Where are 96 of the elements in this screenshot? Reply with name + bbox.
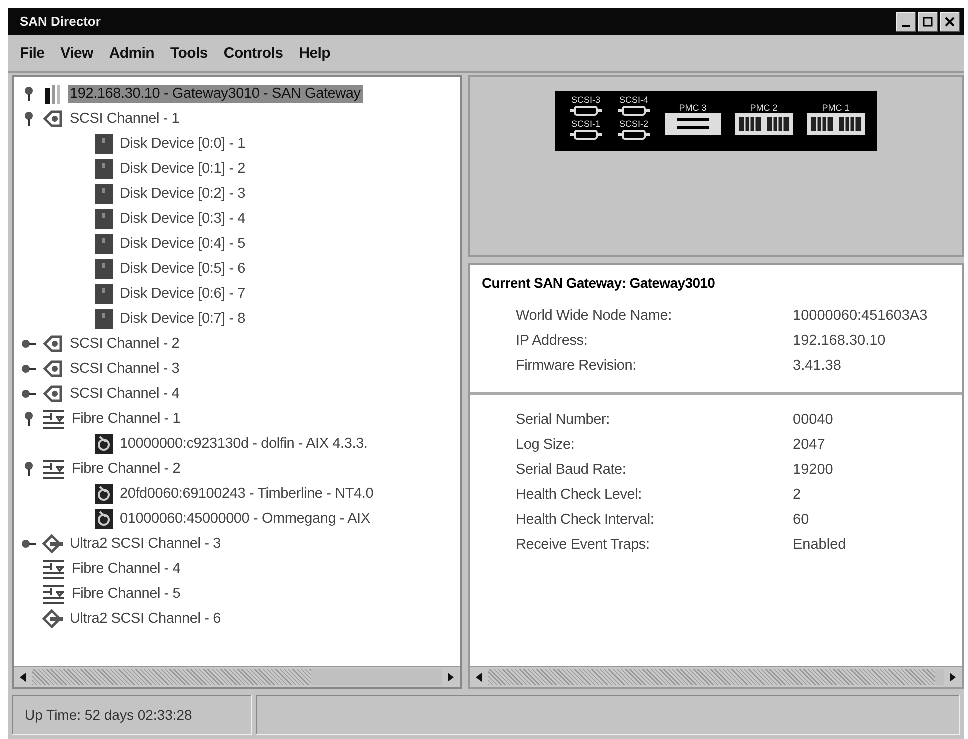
fibre-channel-icon [42, 582, 66, 604]
menu-item[interactable]: Admin [103, 42, 161, 64]
menu-item[interactable]: Tools [164, 42, 214, 64]
tree-item[interactable]: Disk Device [0:3] - 4 [118, 210, 248, 228]
scsi-port-icon[interactable] [569, 129, 603, 141]
details-title: Current SAN Gateway: Gateway3010 [481, 274, 716, 293]
maximize-icon [923, 16, 933, 26]
property-value: 00040 [793, 412, 834, 428]
scsi-port-icon[interactable] [569, 105, 603, 117]
property-label: IP Address: [516, 332, 589, 348]
scroll-right-icon[interactable] [950, 672, 956, 682]
menu-item[interactable]: Help [293, 42, 336, 64]
tree-item[interactable]: Ultra2 SCSI Channel - 3 [68, 534, 223, 552]
tree-item[interactable]: SCSI Channel - 4 [68, 384, 182, 402]
property-label: Serial Number: [516, 412, 611, 428]
close-button[interactable] [940, 12, 960, 32]
close-icon [945, 16, 955, 26]
collapsed-handle-icon[interactable] [21, 538, 37, 550]
collapsed-handle-icon[interactable] [21, 362, 37, 374]
tree-item[interactable]: SCSI Channel - 1 [68, 110, 182, 128]
minimize-button[interactable] [896, 12, 916, 32]
property-value: Enabled [793, 536, 846, 552]
property-label: Serial Baud Rate: [516, 462, 628, 478]
tree-item[interactable]: 20fd0060:69100243 - Timberline - NT4.0 [118, 484, 376, 502]
maximize-button[interactable] [918, 12, 938, 32]
connector-icon [42, 534, 64, 554]
horizontal-scrollbar[interactable] [14, 666, 460, 687]
port-label: SCSI-3 [571, 95, 600, 105]
connector-icon [42, 384, 64, 404]
expanded-handle-icon[interactable] [23, 86, 35, 102]
tree-item[interactable]: Ultra2 SCSI Channel - 6 [68, 610, 223, 628]
tree-item[interactable]: Disk Device [0:1] - 2 [118, 160, 248, 178]
host-icon [94, 432, 114, 454]
window-title: SAN Director [20, 14, 101, 29]
minimize-icon [902, 24, 910, 26]
property-value: 2047 [793, 436, 826, 452]
status-text: Up Time: 52 days 02:33:28 [12, 695, 252, 735]
scroll-right-icon[interactable] [448, 672, 454, 682]
menu-item[interactable]: File [14, 42, 51, 64]
tree-item[interactable]: Disk Device [0:2] - 3 [118, 184, 248, 202]
scroll-left-icon[interactable] [476, 672, 482, 682]
property-value: 192.168.30.10 [793, 332, 886, 348]
port-label: SCSI-2 [619, 119, 648, 129]
tree-item[interactable]: Fibre Channel - 4 [70, 560, 183, 578]
tree-item[interactable]: Disk Device [0:0] - 1 [118, 134, 248, 152]
connector-icon [42, 108, 64, 128]
collapsed-handle-icon[interactable] [21, 388, 37, 400]
property-value: 60 [793, 512, 810, 528]
expanded-handle-icon[interactable] [23, 110, 35, 126]
port-label: SCSI-4 [619, 95, 648, 105]
port-label: PMC 2 [750, 103, 778, 113]
fibre-channel-icon [42, 558, 66, 580]
port-label: PMC 1 [822, 103, 850, 113]
expanded-handle-icon[interactable] [23, 410, 35, 426]
tree-item[interactable]: 01000060:45000000 - Ommegang - AIX [118, 510, 372, 528]
property-value: 3.41.38 [793, 358, 842, 374]
fibre-port-icon[interactable] [735, 113, 793, 135]
tree-item[interactable]: Disk Device [0:7] - 8 [118, 310, 248, 328]
horizontal-scrollbar[interactable] [470, 666, 962, 687]
tree-item[interactable]: Disk Device [0:6] - 7 [118, 284, 248, 302]
tree-item[interactable]: Fibre Channel - 2 [70, 460, 183, 478]
property-value: 10000060:451603A3 [793, 308, 928, 324]
tree-item[interactable]: Disk Device [0:5] - 6 [118, 260, 248, 278]
tree-item[interactable]: 10000000:c923130d - dolfin - AIX 4.3.3. [118, 434, 370, 452]
fibre-channel-icon [42, 458, 66, 480]
connector-icon [42, 358, 64, 378]
connector-icon [42, 608, 64, 628]
tree-item[interactable]: Fibre Channel - 1 [70, 410, 183, 428]
tree-item[interactable]: Disk Device [0:4] - 5 [118, 234, 248, 252]
scsi-port-icon[interactable] [617, 129, 651, 141]
tree-item[interactable]: SCSI Channel - 3 [68, 360, 182, 378]
host-icon [94, 508, 114, 530]
fibre-channel-icon [42, 408, 66, 430]
property-label: Health Check Level: [516, 486, 643, 502]
property-value: 2 [793, 486, 802, 502]
property-label: Log Size: [516, 436, 576, 452]
property-label: Health Check Interval: [516, 512, 656, 528]
property-value: 19200 [793, 462, 834, 478]
tree-item[interactable]: Fibre Channel - 5 [70, 584, 183, 602]
scsi-port-icon[interactable] [617, 105, 651, 117]
port-label: SCSI-1 [571, 119, 600, 129]
property-label: World Wide Node Name: [516, 308, 673, 324]
menu-item[interactable]: View [54, 42, 100, 64]
connector-icon [42, 334, 64, 354]
tree-item[interactable]: SCSI Channel - 2 [68, 334, 182, 352]
property-label: Firmware Revision: [516, 358, 638, 374]
scroll-left-icon[interactable] [20, 672, 26, 682]
port-label: PMC 3 [679, 103, 707, 113]
menu-item[interactable]: Controls [218, 42, 290, 64]
property-label: Receive Event Traps: [516, 536, 651, 552]
expanded-handle-icon[interactable] [23, 460, 35, 476]
tree-item[interactable]: 192.168.30.10 - Gateway3010 - SAN Gateway [68, 84, 363, 102]
fibre-port-icon[interactable] [807, 113, 865, 135]
host-icon [94, 482, 114, 504]
collapsed-handle-icon[interactable] [21, 338, 37, 350]
serial-port-icon[interactable] [665, 113, 721, 135]
